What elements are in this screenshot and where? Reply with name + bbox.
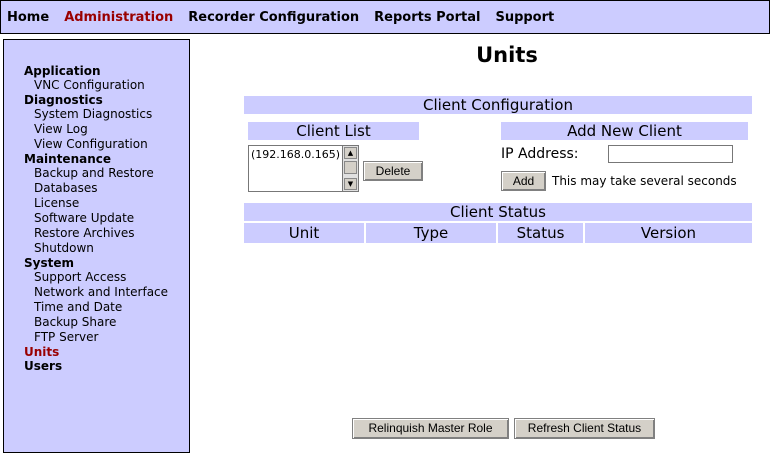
nav-recorder-configuration[interactable]: Recorder Configuration bbox=[188, 10, 359, 25]
column-header-type: Type bbox=[366, 223, 496, 243]
sidebar-section-users[interactable]: Users bbox=[24, 359, 189, 373]
sidebar-item-ftp-server[interactable]: FTP Server bbox=[24, 330, 189, 345]
nav-home[interactable]: Home bbox=[7, 10, 49, 25]
add-note-text: This may take several seconds bbox=[552, 174, 737, 188]
sidebar-item-view-log[interactable]: View Log bbox=[24, 122, 189, 137]
scroll-down-arrow-icon[interactable]: ▼ bbox=[344, 178, 357, 190]
client-list-scrollbar[interactable]: ▲ ▼ bbox=[342, 145, 359, 192]
sidebar-item-databases[interactable]: Databases bbox=[24, 181, 189, 196]
add-button[interactable]: Add bbox=[501, 171, 546, 191]
column-header-version: Version bbox=[585, 223, 752, 243]
sidebar-section-diagnostics[interactable]: Diagnostics bbox=[24, 93, 189, 107]
sidebar-item-view-configuration[interactable]: View Configuration bbox=[24, 137, 189, 152]
nav-support[interactable]: Support bbox=[495, 10, 554, 25]
scroll-thumb[interactable] bbox=[344, 161, 357, 174]
sidebar-item-time-and-date[interactable]: Time and Date bbox=[24, 300, 189, 315]
sidebar-item-system-diagnostics[interactable]: System Diagnostics bbox=[24, 107, 189, 122]
scroll-up-arrow-icon[interactable]: ▲ bbox=[344, 147, 357, 159]
sidebar-item-backup-and-restore[interactable]: Backup and Restore bbox=[24, 166, 189, 181]
nav-administration[interactable]: Administration bbox=[64, 10, 173, 25]
ip-address-label: IP Address: bbox=[501, 146, 579, 162]
sidebar-item-license[interactable]: License bbox=[24, 196, 189, 211]
add-new-client-header: Add New Client bbox=[501, 122, 748, 140]
column-header-status: Status bbox=[498, 223, 583, 243]
relinquish-master-role-button[interactable]: Relinquish Master Role bbox=[352, 418, 509, 439]
sidebar-section-maintenance[interactable]: Maintenance bbox=[24, 152, 189, 166]
sidebar-item-software-update[interactable]: Software Update bbox=[24, 211, 189, 226]
client-status-header: Client Status bbox=[244, 203, 752, 221]
refresh-client-status-button[interactable]: Refresh Client Status bbox=[514, 418, 655, 439]
delete-button[interactable]: Delete bbox=[363, 161, 423, 181]
sidebar-item-restore-archives[interactable]: Restore Archives bbox=[24, 226, 189, 241]
sidebar-item-backup-share[interactable]: Backup Share bbox=[24, 315, 189, 330]
top-navigation: Home Administration Recorder Configurati… bbox=[0, 0, 770, 34]
sidebar-item-network-and-interface[interactable]: Network and Interface bbox=[24, 285, 189, 300]
client-configuration-header: Client Configuration bbox=[244, 96, 752, 114]
nav-reports-portal[interactable]: Reports Portal bbox=[374, 10, 480, 25]
sidebar-item-shutdown[interactable]: Shutdown bbox=[24, 241, 189, 256]
page-title: Units bbox=[476, 43, 538, 67]
column-header-unit: Unit bbox=[244, 223, 364, 243]
sidebar-section-units[interactable]: Units bbox=[24, 345, 189, 359]
client-list-header: Client List bbox=[248, 122, 419, 140]
sidebar: Application VNC Configuration Diagnostic… bbox=[3, 39, 190, 453]
ip-address-input[interactable] bbox=[608, 145, 733, 163]
sidebar-item-vnc-configuration[interactable]: VNC Configuration bbox=[24, 78, 189, 93]
sidebar-item-support-access[interactable]: Support Access bbox=[24, 270, 189, 285]
sidebar-section-system[interactable]: System bbox=[24, 256, 189, 270]
